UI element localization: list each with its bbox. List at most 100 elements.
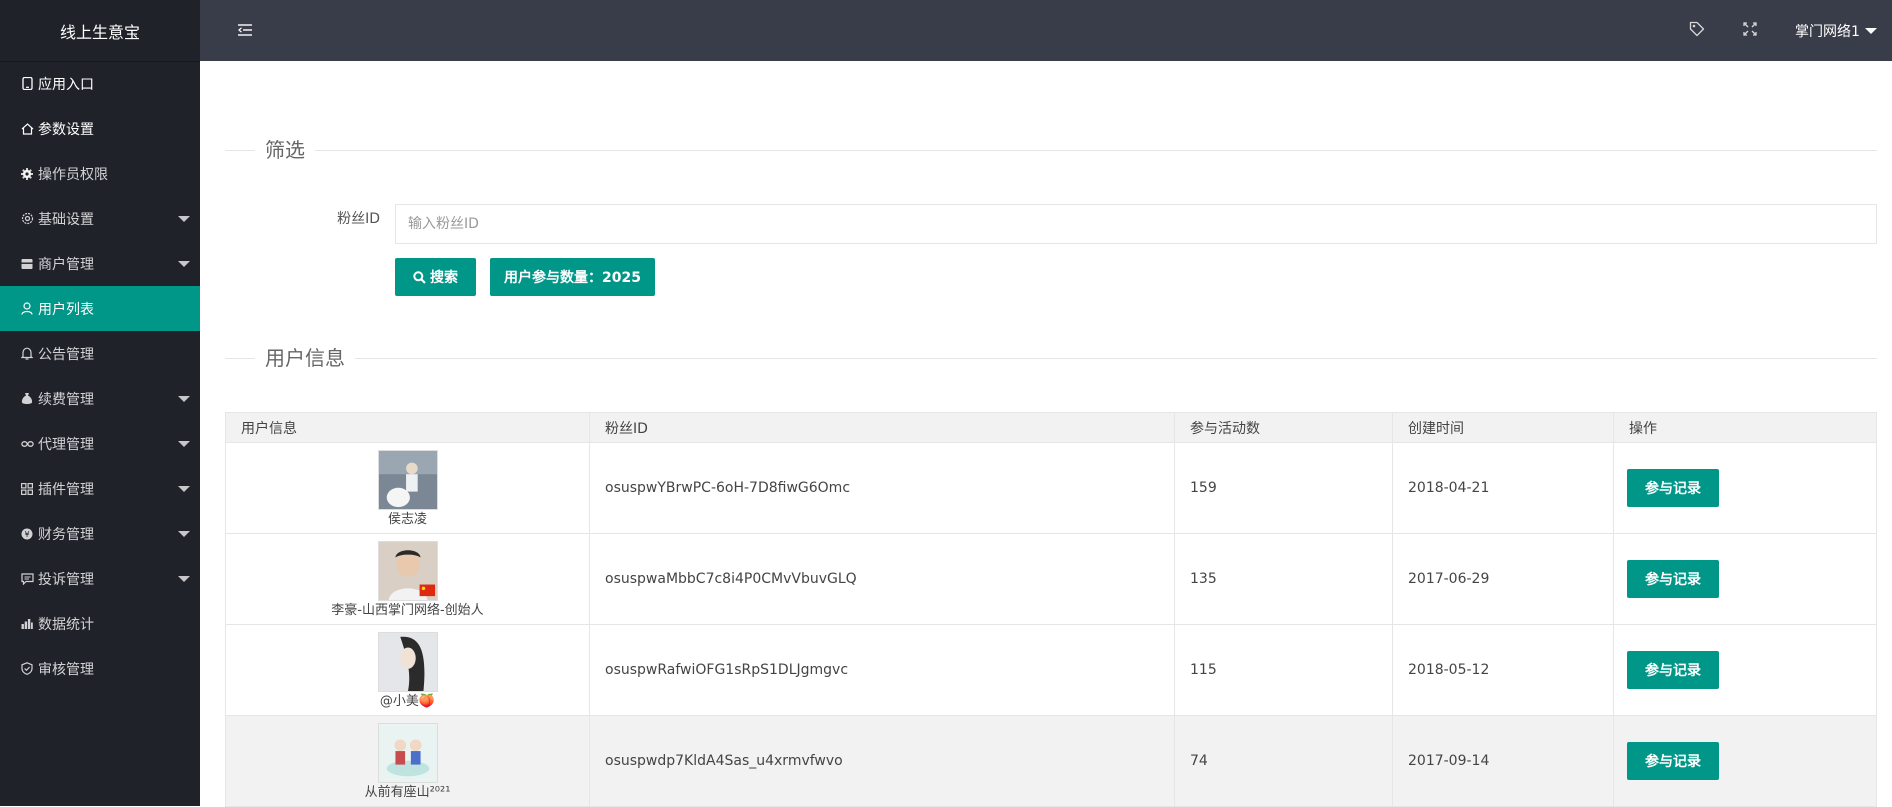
settings-icon	[20, 212, 34, 226]
bell-icon	[20, 347, 34, 361]
fan-id-cell: osuspwRafwiOFG1sRpS1DLJgmgvc	[589, 624, 1175, 716]
tag-icon[interactable]	[1689, 21, 1705, 41]
table-header-row: 用户信息 粉丝ID 参与活动数 创建时间 操作	[225, 412, 1877, 443]
fan-id-cell: osuspwdp7KldA4Sas_u4xrmvfwvo	[589, 715, 1175, 807]
link-icon	[20, 437, 34, 451]
username: 掌门网络1	[1795, 23, 1860, 40]
activities-cell: 115	[1174, 624, 1393, 716]
chevron-down-icon	[178, 396, 190, 402]
user-info-cell: 侯志凌	[225, 442, 590, 534]
user-name: 侯志凌	[387, 511, 427, 527]
chevron-down-icon	[178, 261, 190, 267]
sidebar-item-label: 代理管理	[38, 436, 94, 453]
chevron-down-icon	[178, 576, 190, 582]
avatar	[377, 540, 438, 601]
user-name: 李豪-山西掌门网络-创始人	[331, 602, 484, 618]
fan-id-input[interactable]	[395, 204, 1877, 244]
sidebar-item-complaints[interactable]: 投诉管理	[0, 556, 200, 601]
apps-icon	[20, 482, 34, 496]
filter-section: 筛选	[225, 138, 1877, 162]
sidebar-item-label: 用户列表	[38, 301, 94, 318]
activities-cell: 159	[1174, 442, 1393, 534]
avatar	[377, 722, 438, 783]
sidebar-item-label: 投诉管理	[38, 571, 94, 588]
column-header: 用户信息	[225, 412, 590, 443]
sidebar-item-label: 插件管理	[38, 481, 94, 498]
column-header: 操作	[1613, 412, 1877, 443]
fullscreen-icon[interactable]	[1743, 21, 1757, 40]
user-info-cell: @小美🍑	[225, 624, 590, 716]
sidebar: 线上生意宝 应用入口 参数设置 操作员权限 基础设置 商户管理 用户列表 公告管…	[0, 0, 200, 806]
sidebar-item-user-list[interactable]: 用户列表	[0, 286, 200, 331]
caret-down-icon	[1864, 27, 1877, 34]
action-cell: 参与记录	[1613, 715, 1877, 807]
participation-record-button[interactable]: 参与记录	[1627, 742, 1719, 780]
section-title: 筛选	[255, 138, 315, 162]
bar-chart-icon	[20, 617, 34, 631]
avatar	[377, 449, 438, 510]
user-name: 从前有座山²⁰²¹	[364, 784, 451, 800]
table-row: 侯志凌 osuspwYBrwPC-6oH-7D8fiwG6Omc 159 201…	[225, 442, 1877, 534]
message-icon	[20, 572, 34, 586]
sidebar-item-operator-perms[interactable]: 操作员权限	[0, 151, 200, 196]
fan-id-cell: osuspwaMbbC7c8i4P0CMvVbuvGLQ	[589, 533, 1175, 625]
sidebar-item-agents[interactable]: 代理管理	[0, 421, 200, 466]
table-row: 从前有座山²⁰²¹ osuspwdp7KldA4Sas_u4xrmvfwvo 7…	[225, 715, 1877, 807]
shield-check-icon	[20, 662, 34, 676]
sidebar-item-renewal[interactable]: 续费管理	[0, 376, 200, 421]
created-date-cell: 2017-09-14	[1392, 715, 1614, 807]
money-bag-icon	[20, 392, 34, 406]
activities-cell: 74	[1174, 715, 1393, 807]
column-header: 创建时间	[1392, 412, 1614, 443]
sidebar-item-app-entry[interactable]: 应用入口	[0, 61, 200, 106]
activities-cell: 135	[1174, 533, 1393, 625]
sidebar-item-label: 数据统计	[38, 616, 94, 633]
participation-record-button[interactable]: 参与记录	[1627, 469, 1719, 507]
search-button[interactable]: 搜索	[395, 258, 476, 296]
sidebar-item-label: 操作员权限	[38, 166, 108, 183]
participation-record-button[interactable]: 参与记录	[1627, 651, 1719, 689]
participation-count-button[interactable]: 用户参与数量：2025	[490, 258, 655, 296]
user-menu[interactable]: 掌门网络1	[1795, 0, 1877, 61]
fan-id-cell: osuspwYBrwPC-6oH-7D8fiwG6Omc	[589, 442, 1175, 534]
menu-fold-icon[interactable]	[238, 22, 252, 41]
chevron-down-icon	[178, 486, 190, 492]
home-icon	[20, 122, 34, 136]
created-date-cell: 2018-04-21	[1392, 442, 1614, 534]
action-cell: 参与记录	[1613, 442, 1877, 534]
sidebar-item-finance[interactable]: ¥ 财务管理	[0, 511, 200, 556]
sidebar-item-label: 应用入口	[38, 76, 94, 93]
participation-count-label: 用户参与数量：2025	[504, 270, 641, 286]
userinfo-section: 用户信息	[225, 346, 1877, 370]
avatar	[377, 631, 438, 692]
column-header: 粉丝ID	[589, 412, 1175, 443]
search-button-label: 搜索	[430, 270, 458, 286]
action-cell: 参与记录	[1613, 624, 1877, 716]
app-title: 线上生意宝	[0, 0, 200, 61]
sidebar-item-merchants[interactable]: 商户管理	[0, 241, 200, 286]
top-header: 掌门网络1	[200, 0, 1892, 61]
sidebar-item-label: 公告管理	[38, 346, 94, 363]
participation-record-button[interactable]: 参与记录	[1627, 560, 1719, 598]
user-info-cell: 李豪-山西掌门网络-创始人	[225, 533, 590, 625]
sidebar-item-review[interactable]: 审核管理	[0, 646, 200, 691]
sidebar-item-label: 审核管理	[38, 661, 94, 678]
tablet-icon	[20, 77, 34, 91]
table-row: 李豪-山西掌门网络-创始人 osuspwaMbbC7c8i4P0CMvVbuvG…	[225, 533, 1877, 625]
sidebar-item-label: 续费管理	[38, 391, 94, 408]
column-header: 参与活动数	[1174, 412, 1393, 443]
gear-icon	[20, 167, 34, 181]
svg-text:¥: ¥	[24, 530, 29, 539]
sidebar-item-params[interactable]: 参数设置	[0, 106, 200, 151]
action-cell: 参与记录	[1613, 533, 1877, 625]
sidebar-item-plugins[interactable]: 插件管理	[0, 466, 200, 511]
table-row: @小美🍑 osuspwRafwiOFG1sRpS1DLJgmgvc 115 20…	[225, 624, 1877, 716]
sidebar-item-basic-settings[interactable]: 基础设置	[0, 196, 200, 241]
sidebar-item-announcements[interactable]: 公告管理	[0, 331, 200, 376]
user-name: @小美🍑	[379, 693, 436, 709]
created-date-cell: 2018-05-12	[1392, 624, 1614, 716]
sidebar-menu: 应用入口 参数设置 操作员权限 基础设置 商户管理 用户列表 公告管理 续费管理…	[0, 61, 200, 691]
main-content: 筛选 粉丝ID 搜索 用户参与数量：2025 用户信息 用户信息 粉丝ID 参与…	[200, 61, 1892, 807]
sidebar-item-statistics[interactable]: 数据统计	[0, 601, 200, 646]
sidebar-item-label: 商户管理	[38, 256, 94, 273]
